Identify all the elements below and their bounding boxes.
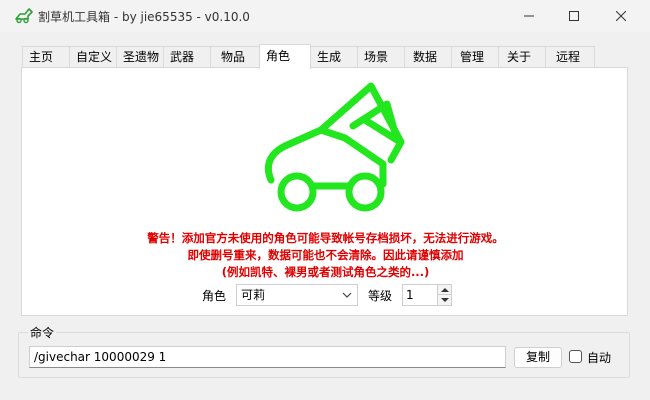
tab-manage[interactable]: 管理 bbox=[451, 46, 499, 68]
tab-bar: 主页 自定义 圣遗物 武器 物品 角色 生成 场景 数据 管理 关于 远程 bbox=[22, 44, 622, 69]
tab-about[interactable]: 关于 bbox=[498, 46, 546, 68]
tab-artifact[interactable]: 圣遗物 bbox=[116, 46, 164, 68]
copy-button[interactable]: 复制 bbox=[514, 347, 562, 368]
command-input[interactable] bbox=[29, 346, 506, 368]
level-value: 1 bbox=[406, 288, 414, 302]
warning-line-3: (例如凯特、裸男或者测试角色之类的...) bbox=[221, 265, 430, 279]
app-window: 割草机工具箱 - by jie65535 - v0.10.0 主页 自定义 圣遗… bbox=[0, 0, 650, 400]
title-bar: 割草机工具箱 - by jie65535 - v0.10.0 bbox=[0, 0, 650, 32]
close-button[interactable] bbox=[598, 0, 644, 32]
chevron-down-icon bbox=[342, 292, 352, 298]
command-group-label: 命令 bbox=[28, 324, 57, 341]
triangle-up-icon bbox=[441, 288, 449, 292]
character-select[interactable]: 可莉 bbox=[236, 284, 358, 306]
window-title: 割草机工具箱 - by jie65535 - v0.10.0 bbox=[38, 10, 250, 24]
maximize-button[interactable] bbox=[551, 0, 597, 32]
warning-line-2: 即使删号重来，数据可能也不会清除。因此请谨慎添加 bbox=[187, 248, 464, 262]
tab-item[interactable]: 物品 bbox=[210, 46, 260, 68]
auto-checkbox[interactable] bbox=[569, 350, 582, 363]
character-label: 角色 bbox=[202, 289, 227, 303]
tab-data[interactable]: 数据 bbox=[404, 46, 452, 68]
tab-character[interactable]: 角色 bbox=[259, 44, 311, 69]
tab-weapon[interactable]: 武器 bbox=[163, 46, 211, 68]
tab-custom[interactable]: 自定义 bbox=[69, 46, 117, 68]
warning-line-1: 警告！添加官方未使用的角色可能导致帐号存档损坏，无法进行游戏。 bbox=[147, 231, 504, 245]
tab-remote[interactable]: 远程 bbox=[545, 46, 595, 68]
maximize-icon bbox=[569, 11, 579, 21]
minimize-icon bbox=[524, 15, 534, 17]
tab-home[interactable]: 主页 bbox=[22, 46, 70, 68]
minimize-button[interactable] bbox=[506, 0, 552, 32]
level-label: 等级 bbox=[368, 289, 393, 303]
lawnmower-car-icon bbox=[264, 82, 405, 212]
character-select-value: 可莉 bbox=[241, 288, 266, 302]
tab-spawn[interactable]: 生成 bbox=[310, 46, 358, 68]
close-icon bbox=[616, 11, 626, 21]
tab-scene[interactable]: 场景 bbox=[357, 46, 405, 68]
auto-checkbox-label[interactable]: 自动 bbox=[587, 349, 611, 366]
character-panel: 警告！添加官方未使用的角色可能导致帐号存档损坏，无法进行游戏。 即使删号重来，数… bbox=[21, 67, 628, 316]
level-decrement-button[interactable] bbox=[437, 295, 451, 305]
app-lawnmower-icon bbox=[15, 8, 33, 24]
level-spinbox[interactable]: 1 bbox=[402, 284, 452, 306]
level-increment-button[interactable] bbox=[437, 285, 451, 295]
triangle-down-icon bbox=[441, 298, 449, 302]
